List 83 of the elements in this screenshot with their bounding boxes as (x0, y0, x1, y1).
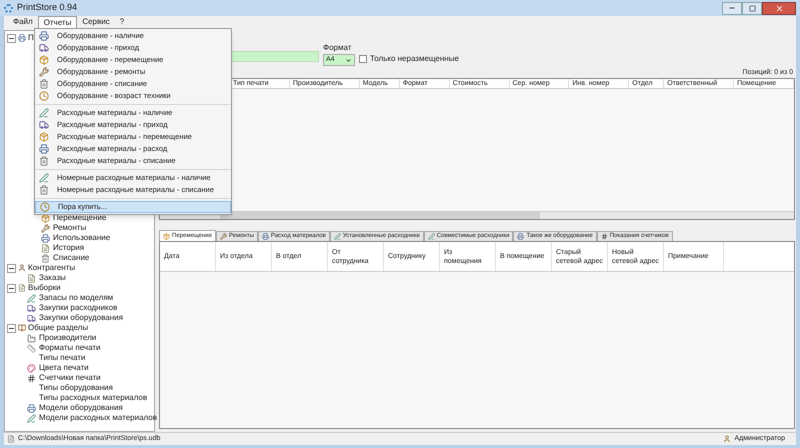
tree-item[interactable]: Закупки оборудования (39, 313, 123, 323)
tree-item[interactable]: Перемещение (53, 213, 106, 223)
printer-icon (41, 234, 50, 242)
document-icon (7, 435, 15, 443)
maximize-button[interactable] (742, 2, 762, 14)
checkbox-label: Только неразмещенные (370, 53, 459, 65)
document-icon (27, 274, 36, 282)
menu-bar-item[interactable]: Файл (8, 16, 38, 28)
tree-item[interactable]: Типы печати (39, 353, 86, 363)
close-icon (774, 4, 784, 12)
document-icon (41, 244, 50, 252)
truck-icon (39, 120, 49, 130)
tree-item[interactable]: Выборки (28, 283, 61, 293)
document-icon (18, 284, 26, 292)
printer-icon (27, 404, 36, 412)
dropdown-caret-icon (345, 56, 352, 64)
tree-item[interactable]: Заказы (39, 273, 66, 283)
pen-icon (27, 414, 36, 422)
collapse-toggle[interactable] (7, 324, 16, 332)
tree-item[interactable]: Модели расходных материалов (39, 413, 157, 423)
box-icon (163, 232, 170, 240)
ruler-icon (27, 344, 36, 352)
format-label: Формат (323, 42, 352, 54)
tree-item[interactable]: Закупки расходников (39, 303, 118, 313)
wrench-icon (220, 233, 227, 240)
tree-item[interactable]: Цвета печати (39, 363, 89, 373)
tree-item[interactable]: Типы расходных материалов (39, 393, 148, 403)
printer-icon (39, 144, 49, 154)
trash-icon (39, 156, 49, 166)
menu-bar-item[interactable]: Отчеты (38, 16, 78, 28)
tree-item[interactable]: П (28, 33, 34, 43)
pen-icon (27, 294, 36, 302)
box-icon (39, 55, 49, 65)
trash-icon (39, 79, 49, 89)
tree-item[interactable]: Типы оборудования (39, 383, 113, 393)
trash-icon (39, 185, 49, 195)
tree-item[interactable]: Запасы по моделям (39, 293, 114, 303)
window-title: PrintStore 0.94 (17, 1, 78, 14)
clock-icon (39, 91, 49, 101)
collapse-toggle[interactable] (7, 264, 16, 272)
tree-item[interactable]: Счетчики печати (39, 373, 101, 383)
box-icon (39, 132, 49, 142)
horizontal-scrollbar[interactable] (160, 211, 794, 219)
collapse-toggle[interactable] (7, 34, 16, 42)
counter-icon (600, 233, 608, 240)
tree-item[interactable]: Использование (53, 233, 110, 243)
wrench-icon (41, 224, 50, 232)
printer-icon (517, 233, 524, 240)
user-icon (18, 264, 26, 272)
counter-icon (27, 374, 36, 382)
tree-item[interactable]: Производители (39, 333, 96, 343)
printer-icon (18, 34, 26, 42)
pen-icon (39, 173, 49, 183)
maximize-icon (748, 4, 756, 12)
factory-icon (27, 334, 36, 342)
tree-item[interactable]: Ремонты (53, 223, 86, 233)
truck-icon (27, 314, 36, 322)
truck-icon (27, 304, 36, 312)
tree-item[interactable]: Контрагенты (28, 263, 76, 273)
tree-item[interactable]: Форматы печати (39, 343, 100, 353)
checkbox[interactable] (359, 55, 367, 63)
printer-icon (39, 31, 49, 41)
close-button[interactable] (762, 2, 796, 14)
menu-bar-item[interactable]: ? (114, 16, 130, 28)
app-logo-icon (4, 4, 13, 12)
collapse-toggle[interactable] (7, 284, 16, 292)
truck-icon (39, 43, 49, 53)
tree-item[interactable]: Списание (53, 253, 90, 263)
box-icon (41, 214, 50, 222)
tree-item[interactable]: Модели оборудования (39, 403, 123, 413)
menu-bar-item[interactable]: Сервис (77, 16, 115, 28)
pen-icon (428, 233, 435, 240)
palette-icon (27, 364, 36, 372)
tree-item[interactable]: Общие разделы (28, 323, 88, 333)
book-icon (18, 324, 26, 332)
pen-icon (39, 108, 49, 118)
printer-icon (262, 233, 269, 240)
wrench-icon (39, 67, 49, 77)
user-icon (723, 435, 732, 443)
tree-item[interactable]: История (53, 243, 84, 253)
pen-icon (334, 233, 341, 240)
clock-icon (40, 202, 50, 212)
trash-icon (41, 254, 50, 262)
